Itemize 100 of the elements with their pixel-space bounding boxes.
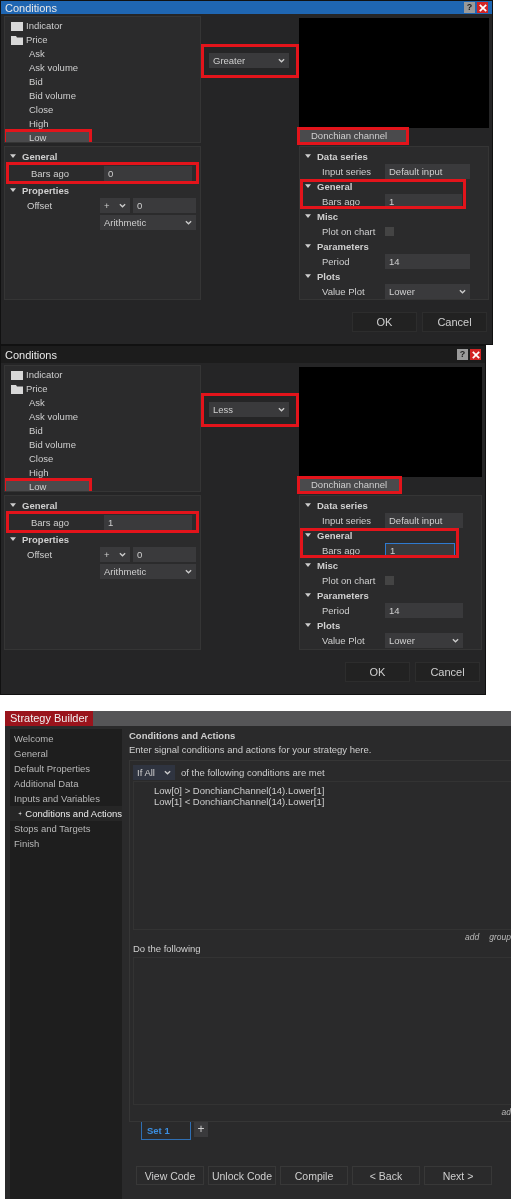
group-header[interactable]: Parameters [300, 588, 467, 602]
value-field[interactable]: 1 [104, 515, 192, 530]
sidebar-item[interactable]: Welcome [10, 731, 122, 746]
property-label: Input series [321, 165, 373, 179]
tree-item[interactable]: Indicator [5, 19, 200, 33]
checkbox[interactable] [385, 227, 394, 236]
indicator-icon [11, 370, 23, 380]
tree-item[interactable]: Bid volume [5, 89, 200, 103]
group-header[interactable]: Properties [5, 183, 200, 197]
group-header[interactable]: General [5, 498, 200, 512]
window-title: Conditions [5, 1, 57, 14]
wizard-button[interactable]: Compile [280, 1166, 348, 1185]
group-header[interactable]: Data series [300, 498, 467, 512]
match-dropdown[interactable]: If All [133, 765, 175, 780]
sidebar-item[interactable]: Default Properties [10, 761, 122, 776]
value-field[interactable]: 1 [385, 194, 462, 209]
group-header[interactable]: Plots [300, 269, 474, 283]
folder-icon [11, 35, 23, 45]
value-field[interactable]: 14 [385, 254, 470, 269]
group-header[interactable]: General [300, 528, 459, 542]
collapse-icon [305, 623, 311, 627]
collapse-icon [10, 154, 16, 158]
chevron-icon [278, 58, 285, 63]
group-title: Properties [22, 533, 69, 545]
tree-item[interactable]: Low [5, 131, 90, 142]
wizard-button[interactable]: Unlock Code [208, 1166, 276, 1185]
group-header[interactable]: Plots [300, 618, 467, 632]
collapse-icon [305, 533, 311, 537]
value-field[interactable]: 0 [133, 547, 196, 562]
group-title: Plots [317, 270, 341, 282]
add-set-button[interactable]: + [194, 1122, 208, 1137]
chevron-icon [119, 203, 126, 208]
sidebar-item[interactable]: Finish [10, 836, 122, 851]
tree-item[interactable]: Close [5, 103, 200, 117]
window-title: Strategy Builder [5, 711, 94, 726]
mode-dropdown[interactable]: Arithmetic [100, 215, 196, 230]
value-field[interactable]: 14 [385, 603, 463, 618]
value-field[interactable]: Default input [385, 164, 470, 179]
group-header[interactable]: General [300, 179, 466, 193]
group-title: General [317, 180, 353, 192]
group-header[interactable]: Data series [300, 149, 474, 163]
group-header[interactable]: General [5, 149, 200, 163]
value-dropdown[interactable]: Lower [385, 633, 463, 648]
property-label: Bars ago [321, 544, 362, 558]
link[interactable]: group [489, 931, 511, 942]
wizard-button[interactable]: < Back [352, 1166, 420, 1185]
property-label: Value Plot [321, 285, 366, 299]
value-field[interactable]: Default input [385, 513, 463, 528]
value-field[interactable]: 0 [104, 166, 192, 181]
property-label: Bars ago [321, 195, 362, 209]
value-field[interactable]: 1 [385, 543, 455, 558]
group-title: General [22, 499, 58, 511]
tree-item[interactable]: High [5, 117, 200, 131]
tree-item[interactable]: Price [5, 33, 200, 47]
sidebar-item[interactable]: Stops and Targets [10, 821, 122, 836]
collapse-icon [305, 214, 311, 218]
group-title: Parameters [317, 240, 369, 252]
property-label: Period [321, 604, 351, 618]
tree-item[interactable]: Bid [5, 75, 200, 89]
dialog-button[interactable]: Cancel [422, 312, 487, 332]
close-button[interactable] [477, 2, 488, 13]
checkbox[interactable] [385, 576, 394, 585]
condition-item[interactable]: Low[0] > DonchianChannel(14).Lower[1] [154, 785, 511, 796]
tree-item[interactable]: Ask volume [5, 61, 200, 75]
set-tab[interactable]: Set 1 [141, 1122, 191, 1140]
chevron-icon [278, 407, 285, 412]
value-dropdown[interactable]: Lower [385, 284, 470, 299]
help-button[interactable]: ? [464, 2, 475, 13]
wizard-button[interactable]: Next > [424, 1166, 492, 1185]
collapse-icon [305, 593, 311, 597]
sidebar-item[interactable]: Conditions and Actions [10, 806, 122, 821]
group-title: Parameters [317, 589, 369, 601]
group-title: General [22, 150, 58, 162]
value-field[interactable]: 0 [133, 198, 196, 213]
link[interactable]: ad [501, 1106, 511, 1117]
chevron-icon [459, 289, 466, 294]
group-header[interactable]: Properties [5, 532, 200, 546]
sign-dropdown[interactable]: + [100, 547, 130, 562]
collapse-icon [305, 563, 311, 567]
group-header[interactable]: Parameters [300, 239, 474, 253]
sidebar-item[interactable]: Inputs and Variables [10, 791, 122, 806]
chosen-study-row[interactable]: Donchian channel [299, 129, 407, 143]
group-header[interactable]: Misc [300, 558, 467, 572]
mode-dropdown[interactable]: Arithmetic [100, 564, 196, 579]
chevron-icon [119, 552, 126, 557]
link[interactable]: add [465, 931, 480, 942]
sidebar-item[interactable]: Additional Data [10, 776, 122, 791]
wizard-button[interactable]: View Code [136, 1166, 204, 1185]
collapse-icon [305, 244, 311, 248]
dialog-button[interactable]: OK [352, 312, 417, 332]
property-label: Bars ago [30, 516, 71, 530]
group-title: Misc [317, 210, 339, 222]
property-label: Input series [321, 514, 373, 528]
tree-item[interactable]: Ask [5, 47, 200, 61]
operator-dropdown[interactable]: Greater [209, 53, 289, 68]
sign-dropdown[interactable]: + [100, 198, 130, 213]
group-header[interactable]: Misc [300, 209, 474, 223]
sidebar-item[interactable]: General [10, 746, 122, 761]
group-title: General [317, 529, 353, 541]
condition-item[interactable]: Low[1] < DonchianChannel(14).Lower[1] [154, 796, 511, 807]
